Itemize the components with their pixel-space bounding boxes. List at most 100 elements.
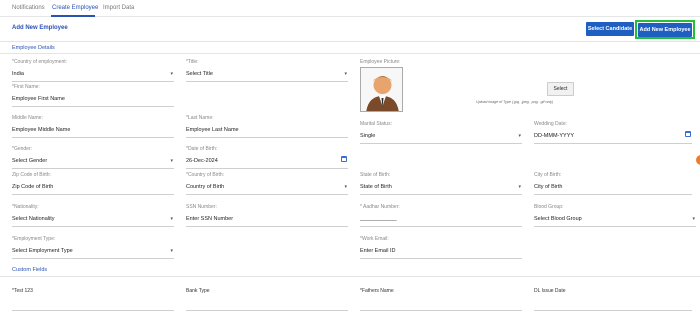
field-label: *Nationality: bbox=[12, 204, 39, 210]
field-value: Employee Middle Name bbox=[12, 127, 71, 133]
section-divider bbox=[0, 53, 700, 54]
field-value: Select Nationality bbox=[12, 216, 55, 222]
field-value: ____________ bbox=[360, 216, 397, 222]
field-label: Middle Name: bbox=[12, 115, 43, 121]
field-underline bbox=[186, 168, 348, 169]
work-email-input[interactable]: *Work Email: Enter Email ID bbox=[360, 236, 522, 263]
blood-group-select[interactable]: Blood Group: Select Blood Group ▾ bbox=[534, 204, 696, 231]
select-picture-button[interactable]: Select bbox=[547, 82, 574, 96]
employment-type-select[interactable]: *Employment Type: Select Employment Type… bbox=[12, 236, 174, 263]
field-underline bbox=[12, 258, 174, 259]
field-value: Select Employment Type bbox=[12, 248, 73, 254]
field-label: *Title: bbox=[186, 59, 199, 65]
section-divider bbox=[0, 276, 700, 277]
tab-bar: Notifications Create Employee Import Dat… bbox=[0, 0, 700, 17]
field-underline bbox=[12, 106, 174, 107]
field-label: * Aadhar Number: bbox=[360, 204, 400, 210]
field-label: SSN Number: bbox=[186, 204, 217, 210]
date-of-birth-input[interactable]: *Date of Birth: 26-Dec-2024 bbox=[186, 146, 348, 173]
help-bubble-icon[interactable] bbox=[696, 155, 700, 165]
middle-name-input[interactable]: Middle Name: Employee Middle Name bbox=[12, 115, 174, 142]
field-value: DD-MMM-YYYY bbox=[534, 133, 575, 139]
field-label: Zip Code of Birth: bbox=[12, 172, 51, 178]
tab-import-data[interactable]: Import Data bbox=[103, 5, 134, 11]
field-value: 26-Dec-2024 bbox=[186, 158, 218, 164]
zip-code-of-birth-input[interactable]: Zip Code of Birth: Zip Code of Birth bbox=[12, 172, 174, 199]
test-123-input[interactable]: *Test 123 bbox=[12, 288, 174, 315]
tab-notifications[interactable]: Notifications bbox=[12, 5, 45, 11]
field-underline bbox=[186, 81, 348, 82]
first-name-input[interactable]: *First Name: Employee First Name bbox=[12, 84, 174, 111]
chevron-down-icon: ▾ bbox=[170, 248, 173, 254]
field-underline bbox=[186, 226, 348, 227]
section-divider bbox=[0, 41, 700, 42]
bank-type-input[interactable]: Bank Type bbox=[186, 288, 348, 315]
field-value: Employee First Name bbox=[12, 96, 65, 102]
field-underline bbox=[360, 258, 522, 259]
calendar-icon[interactable] bbox=[341, 156, 347, 162]
field-value: Select Gender bbox=[12, 158, 48, 164]
field-label: *Employment Type: bbox=[12, 236, 56, 242]
field-label: Bank Type bbox=[186, 288, 210, 294]
fathers-name-input[interactable]: *Fathers Name bbox=[360, 288, 522, 315]
tab-create-employee[interactable]: Create Employee bbox=[52, 5, 98, 11]
title-select[interactable]: *Title: Select Title ▾ bbox=[186, 59, 348, 86]
field-underline bbox=[534, 194, 692, 195]
add-new-employee-button[interactable]: Add New Employee bbox=[638, 23, 692, 37]
country-of-birth-select[interactable]: *Country of Birth: Country of Birth ▾ bbox=[186, 172, 348, 199]
state-of-birth-select[interactable]: State of Birth: State of Birth ▾ bbox=[360, 172, 522, 199]
chevron-down-icon: ▾ bbox=[344, 184, 347, 190]
gender-select[interactable]: *Gender: Select Gender ▾ bbox=[12, 146, 174, 173]
field-label: *Last Name: bbox=[186, 115, 214, 121]
field-label: *Fathers Name bbox=[360, 288, 394, 294]
field-value: Enter SSN Number bbox=[186, 216, 234, 222]
field-underline bbox=[12, 310, 174, 311]
section-title-custom-fields: Custom Fields bbox=[12, 267, 48, 273]
field-value: City of Birth bbox=[534, 184, 563, 190]
field-label: Blood Group: bbox=[534, 204, 564, 210]
person-avatar-icon bbox=[366, 76, 399, 111]
aadhar-number-input[interactable]: * Aadhar Number: ____________ bbox=[360, 204, 522, 231]
field-value: Select Title bbox=[186, 71, 213, 77]
field-underline bbox=[12, 168, 174, 169]
marital-status-select[interactable]: Marital Status: Single ▾ bbox=[360, 121, 522, 148]
chevron-down-icon: ▾ bbox=[518, 133, 521, 139]
ssn-number-input[interactable]: SSN Number: Enter SSN Number bbox=[186, 204, 348, 231]
section-title-employee-details: Employee Details bbox=[12, 45, 55, 51]
field-label: *Test 123 bbox=[12, 288, 33, 294]
page-title: Add New Employee bbox=[12, 25, 68, 31]
field-underline bbox=[12, 137, 174, 138]
city-of-birth-input[interactable]: City of Birth: City of Birth bbox=[534, 172, 692, 199]
field-value: Zip Code of Birth bbox=[12, 184, 54, 190]
calendar-icon[interactable] bbox=[685, 131, 691, 137]
field-label: *Work Email: bbox=[360, 236, 389, 242]
field-underline bbox=[534, 143, 692, 144]
field-label: Marital Status: bbox=[360, 121, 392, 127]
country-of-employment-select[interactable]: *Country of employment: India ▾ bbox=[12, 59, 174, 86]
field-value: Country of Birth bbox=[186, 184, 225, 190]
field-value: Employee Last Name bbox=[186, 127, 239, 133]
dl-issue-date-input[interactable]: DL Issue Date bbox=[534, 288, 692, 315]
field-underline bbox=[360, 226, 522, 227]
field-underline bbox=[360, 310, 522, 311]
select-candidate-button[interactable]: Select Candidate bbox=[586, 22, 634, 36]
wedding-date-input[interactable]: Wedding Date: DD-MMM-YYYY bbox=[534, 121, 692, 148]
field-label: Wedding Date: bbox=[534, 121, 567, 127]
field-underline bbox=[186, 137, 348, 138]
field-value: Select Blood Group bbox=[534, 216, 582, 222]
upload-hint: Upload image of Type (.jpg, .jpeg, .png,… bbox=[476, 100, 554, 104]
field-underline bbox=[12, 194, 174, 195]
avatar bbox=[360, 67, 403, 112]
last-name-input[interactable]: *Last Name: Employee Last Name bbox=[186, 115, 348, 142]
chevron-down-icon: ▾ bbox=[692, 216, 695, 222]
field-underline bbox=[186, 194, 348, 195]
field-label: *First Name: bbox=[12, 84, 40, 90]
field-underline bbox=[360, 194, 522, 195]
field-label: Employee Picture: bbox=[360, 59, 401, 65]
field-value: Single bbox=[360, 133, 376, 139]
nationality-select[interactable]: *Nationality: Select Nationality ▾ bbox=[12, 204, 174, 231]
field-value: State of Birth bbox=[360, 184, 392, 190]
chevron-down-icon: ▾ bbox=[170, 71, 173, 77]
field-label: *Date of Birth: bbox=[186, 146, 218, 152]
field-label: State of Birth: bbox=[360, 172, 391, 178]
